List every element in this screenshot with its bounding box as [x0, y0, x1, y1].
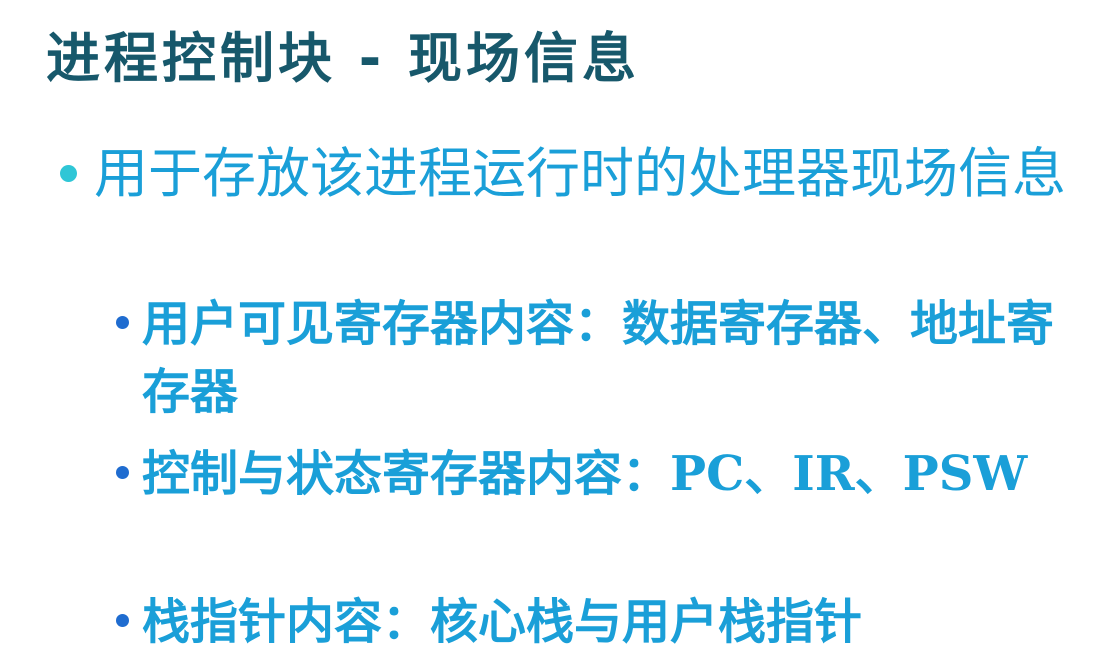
bullet-dot-icon: [116, 316, 129, 329]
bullet-level1: 用于存放该进程运行时的处理器现场信息: [56, 140, 1076, 208]
bullet-level2-control-status-registers: 控制与状态寄存器内容：PC、IR、PSW: [112, 440, 1072, 508]
bullet-dot-icon: [60, 165, 77, 182]
bullet-level2-user-registers: 用户可见寄存器内容：数据寄存器、地址寄存器: [112, 290, 1072, 426]
slide-title: 进程控制块 - 现场信息: [46, 27, 641, 90]
bullet-dot-icon: [116, 466, 129, 479]
bullet-text: 控制与状态寄存器内容：PC、IR、PSW: [142, 446, 1028, 502]
bullet-level2-stack-pointer: 栈指针内容：核心栈与用户栈指针: [112, 588, 1072, 656]
bullet-dot-icon: [116, 614, 129, 627]
slide: 进程控制块 - 现场信息 用于存放该进程运行时的处理器现场信息 用户可见寄存器内…: [0, 0, 1117, 665]
bullet-text: 栈指针内容：核心栈与用户栈指针: [142, 594, 863, 650]
bullet-text: 用于存放该进程运行时的处理器现场信息: [94, 142, 1066, 205]
bullet-text: 用户可见寄存器内容：数据寄存器、地址寄存器: [142, 296, 1055, 420]
